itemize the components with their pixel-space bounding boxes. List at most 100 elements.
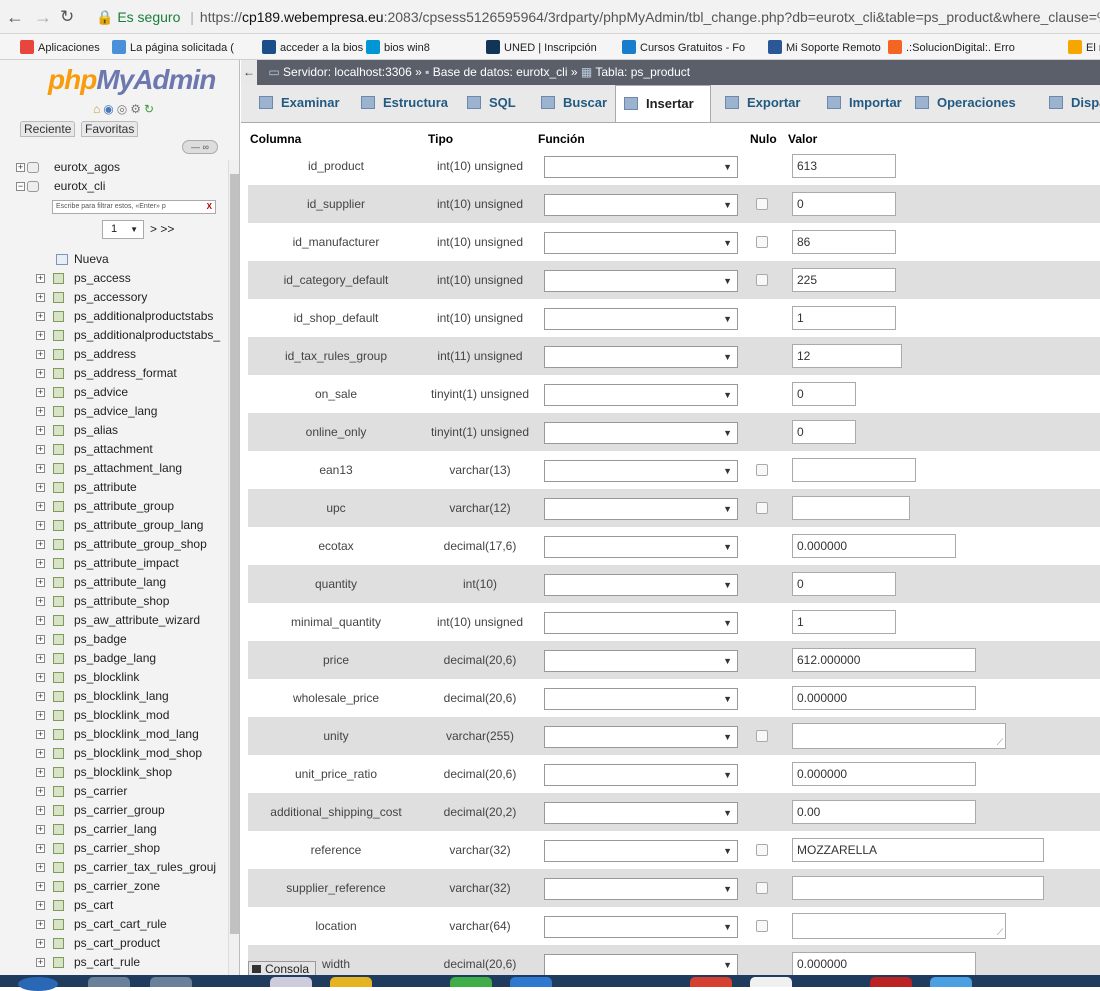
breadcrumb-server[interactable]: Servidor: localhost:3306: [283, 65, 412, 79]
table-struct-icon[interactable]: [53, 634, 64, 645]
table-struct-icon[interactable]: [53, 501, 64, 512]
expand-icon[interactable]: +: [36, 369, 45, 378]
expand-icon[interactable]: +: [36, 559, 45, 568]
expand-icon[interactable]: +: [36, 464, 45, 473]
table-item[interactable]: + ps_blocklink_mod_shop: [0, 744, 232, 763]
bookmark-item[interactable]: UNED | Inscripción: [486, 40, 597, 54]
bookmark-item[interactable]: Cursos Gratuitos - Fo: [622, 40, 745, 54]
table-item[interactable]: + ps_attachment_lang: [0, 459, 232, 478]
table-struct-icon[interactable]: [53, 729, 64, 740]
table-item[interactable]: + ps_cart: [0, 896, 232, 915]
value-input[interactable]: 1: [792, 610, 896, 634]
bookmark-item[interactable]: El men: [1068, 40, 1100, 54]
table-struct-icon[interactable]: [53, 539, 64, 550]
expand-icon[interactable]: +: [36, 844, 45, 853]
function-select[interactable]: ▼: [544, 422, 738, 444]
expand-icon[interactable]: +: [36, 939, 45, 948]
table-item[interactable]: + ps_aw_attribute_wizard: [0, 611, 232, 630]
filter-clear-icon[interactable]: X: [207, 201, 212, 213]
expand-icon[interactable]: +: [36, 312, 45, 321]
function-select[interactable]: ▼: [544, 308, 738, 330]
value-input[interactable]: 0: [792, 192, 896, 216]
expand-icon[interactable]: +: [36, 787, 45, 796]
table-struct-icon[interactable]: [53, 482, 64, 493]
value-input[interactable]: 0.000000: [792, 534, 956, 558]
expand-icon[interactable]: +: [36, 635, 45, 644]
table-struct-icon[interactable]: [53, 805, 64, 816]
expand-icon[interactable]: +: [36, 331, 45, 340]
table-struct-icon[interactable]: [53, 425, 64, 436]
table-item[interactable]: + ps_cart_product: [0, 934, 232, 953]
table-item[interactable]: + ps_carrier_group: [0, 801, 232, 820]
expand-icon[interactable]: +: [36, 407, 45, 416]
value-input[interactable]: ⟋: [792, 913, 1006, 939]
nav-scrollbar[interactable]: [228, 160, 239, 975]
table-struct-icon[interactable]: [53, 349, 64, 360]
function-select[interactable]: ▼: [544, 536, 738, 558]
back-arrow-icon[interactable]: ←: [6, 8, 24, 26]
table-item[interactable]: + ps_attachment: [0, 440, 232, 459]
taskbar-app-icon[interactable]: [88, 977, 130, 987]
expand-icon[interactable]: +: [36, 540, 45, 549]
forward-arrow-icon[interactable]: →: [34, 8, 52, 26]
expand-icon[interactable]: +: [36, 673, 45, 682]
table-struct-icon[interactable]: [53, 672, 64, 683]
table-item[interactable]: + ps_alias: [0, 421, 232, 440]
expand-icon[interactable]: +: [36, 768, 45, 777]
function-select[interactable]: ▼: [544, 688, 738, 710]
null-checkbox[interactable]: [756, 236, 768, 248]
table-struct-icon[interactable]: [53, 919, 64, 930]
null-checkbox[interactable]: [756, 730, 768, 742]
table-struct-icon[interactable]: [53, 406, 64, 417]
resize-handle-icon[interactable]: ⟋: [997, 928, 1003, 937]
table-item[interactable]: + ps_carrier_lang: [0, 820, 232, 839]
page-next-link[interactable]: > >>: [150, 222, 174, 236]
table-item[interactable]: + ps_attribute_lang: [0, 573, 232, 592]
expand-icon[interactable]: +: [36, 920, 45, 929]
tab-favorites[interactable]: Favoritas: [81, 121, 139, 137]
tab-insertar[interactable]: Insertar: [615, 85, 711, 122]
table-item[interactable]: + ps_advice_lang: [0, 402, 232, 421]
value-input[interactable]: 12: [792, 344, 902, 368]
collapse-link-icon[interactable]: — ∞: [182, 140, 218, 154]
table-struct-icon[interactable]: [53, 615, 64, 626]
table-item[interactable]: + ps_accessory: [0, 288, 232, 307]
db-item-eurotx-cli[interactable]: − eurotx_cli: [0, 177, 232, 196]
value-input[interactable]: 225: [792, 268, 896, 292]
table-item[interactable]: + ps_carrier_tax_rules_grouj: [0, 858, 232, 877]
collapse-arrow-icon[interactable]: ←: [241, 60, 257, 85]
value-input[interactable]: 0.00: [792, 800, 976, 824]
expand-icon[interactable]: +: [36, 654, 45, 663]
expand-icon[interactable]: +: [36, 730, 45, 739]
table-struct-icon[interactable]: [53, 558, 64, 569]
help-icon[interactable]: ◎: [117, 102, 130, 116]
table-item[interactable]: + ps_access: [0, 269, 232, 288]
table-struct-icon[interactable]: [53, 311, 64, 322]
table-item[interactable]: + ps_attribute_impact: [0, 554, 232, 573]
expand-icon[interactable]: +: [36, 616, 45, 625]
table-struct-icon[interactable]: [53, 330, 64, 341]
function-select[interactable]: ▼: [544, 916, 738, 938]
expand-icon[interactable]: +: [36, 901, 45, 910]
expand-icon[interactable]: +: [36, 350, 45, 359]
table-item[interactable]: + ps_blocklink_mod_lang: [0, 725, 232, 744]
table-item[interactable]: + ps_attribute_shop: [0, 592, 232, 611]
table-struct-icon[interactable]: [53, 748, 64, 759]
value-input[interactable]: ⟋: [792, 723, 1006, 749]
logout-icon[interactable]: ◉: [103, 102, 116, 116]
expand-icon[interactable]: +: [36, 958, 45, 967]
function-select[interactable]: ▼: [544, 612, 738, 634]
function-select[interactable]: ▼: [544, 194, 738, 216]
expand-icon[interactable]: +: [36, 445, 45, 454]
table-item[interactable]: + ps_blocklink: [0, 668, 232, 687]
table-struct-icon[interactable]: [53, 843, 64, 854]
tab-exportar[interactable]: Exportar: [717, 85, 809, 122]
table-struct-icon[interactable]: [53, 957, 64, 968]
table-struct-icon[interactable]: [53, 520, 64, 531]
table-item[interactable]: + ps_address: [0, 345, 232, 364]
table-struct-icon[interactable]: [53, 786, 64, 797]
null-checkbox[interactable]: [756, 464, 768, 476]
expand-icon[interactable]: +: [36, 502, 45, 511]
function-select[interactable]: ▼: [544, 954, 738, 975]
expand-icon[interactable]: +: [36, 426, 45, 435]
